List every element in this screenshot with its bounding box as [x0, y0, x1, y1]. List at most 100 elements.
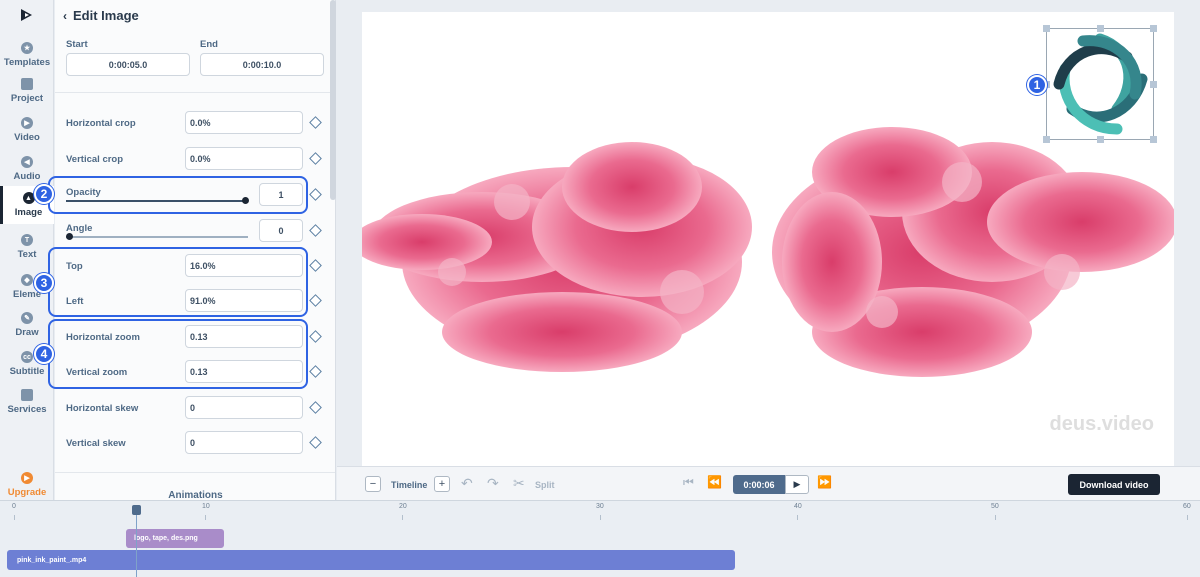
image-clip[interactable]: logo, tape, des.png — [126, 529, 224, 548]
back-chevron-icon[interactable]: ‹ — [63, 9, 67, 23]
tick-label: 60 — [1183, 503, 1191, 510]
pen-icon: ✎ — [21, 312, 33, 324]
divider — [55, 92, 335, 93]
horizontal-crop-input[interactable]: 0.0% — [185, 111, 303, 134]
zoom-in-button[interactable]: + — [434, 476, 450, 492]
play-icon: ▶ — [21, 117, 33, 129]
keyframe-diamond-icon[interactable] — [309, 330, 322, 343]
tick-mark — [14, 515, 15, 520]
keyframe-diamond-icon[interactable] — [309, 152, 322, 165]
subtitle-icon: cc — [21, 351, 33, 363]
angle-slider[interactable] — [66, 236, 248, 238]
resize-handle[interactable] — [1043, 25, 1050, 32]
image-clip-label: logo, tape, des.png — [134, 535, 198, 542]
keyframe-diamond-icon[interactable] — [309, 224, 322, 237]
watermark-text: deus.video — [1049, 413, 1154, 435]
annotation-badge-1: 1 — [1027, 75, 1047, 95]
left-navigation: ★ Templates Project ▶ Video ◀ Audio ▲ Image … — [0, 0, 54, 500]
keyframe-diamond-icon[interactable] — [309, 116, 322, 129]
playback-toolbar: − Timeline + ↶ ↷ ✂ Split ⏮ ⏪ 0:00:06 ▶ ⏩… — [337, 466, 1200, 500]
highlight-position — [48, 247, 308, 317]
tick-label: 0 — [12, 503, 16, 510]
nav-templates[interactable]: ★ Templates — [0, 36, 54, 74]
end-label: End — [200, 39, 218, 50]
split-label[interactable]: Split — [535, 480, 555, 490]
keyframe-diamond-icon[interactable] — [309, 365, 322, 378]
annotation-badge-3: 3 — [34, 273, 54, 293]
video-clip-label: pink_ink_paint_.mp4 — [17, 556, 87, 564]
vertical-crop-input[interactable]: 0.0% — [185, 147, 303, 170]
vertical-crop-label: Vertical crop — [66, 154, 124, 165]
horizontal-skew-label: Horizontal skew — [66, 403, 139, 414]
highlight-opacity — [48, 176, 308, 214]
resize-handle[interactable] — [1150, 136, 1157, 143]
horizontal-skew-input[interactable]: 0 — [185, 396, 303, 419]
grid-icon — [21, 389, 33, 401]
nav-draw[interactable]: ✎ Draw — [0, 306, 54, 344]
play-icon: ▶ — [793, 479, 801, 489]
zoom-out-button[interactable]: − — [365, 476, 381, 492]
tick-label: 50 — [991, 503, 999, 510]
logo-selection-box[interactable] — [1043, 25, 1157, 143]
keyframe-diamond-icon[interactable] — [309, 436, 322, 449]
tick-mark — [600, 515, 601, 520]
text-icon: T — [21, 234, 33, 246]
audio-icon: ◀ — [21, 156, 33, 168]
keyframe-diamond-icon[interactable] — [309, 294, 322, 307]
tick-mark — [205, 515, 206, 520]
grid-icon — [21, 78, 33, 90]
scissors-icon[interactable]: ✂ — [513, 475, 525, 492]
nav-text[interactable]: T Text — [0, 228, 54, 266]
keyframe-diamond-icon[interactable] — [309, 401, 322, 414]
start-label: Start — [66, 39, 88, 50]
upgrade-icon: ▶ — [21, 472, 33, 484]
tick-label: 20 — [399, 503, 407, 510]
tick-mark — [1187, 515, 1188, 520]
video-clip[interactable]: pink_ink_paint_.mp4 — [7, 550, 735, 570]
nav-audio[interactable]: ◀ Audio — [0, 150, 54, 188]
highlight-zoom — [48, 319, 308, 389]
video-preview[interactable]: deus.video — [362, 12, 1174, 466]
star-icon: ★ — [21, 42, 33, 54]
panel-title: Edit Image — [73, 8, 139, 23]
nav-project[interactable]: Project — [0, 72, 54, 110]
animations-section-header[interactable]: Animations — [55, 490, 335, 500]
tick-label: 30 — [596, 503, 604, 510]
resize-handle[interactable] — [1097, 136, 1104, 143]
angle-slider-handle[interactable] — [66, 233, 73, 240]
resize-handle[interactable] — [1150, 81, 1157, 88]
tick-label: 40 — [794, 503, 802, 510]
rewind-icon[interactable]: ⏪ — [707, 475, 722, 489]
nav-services[interactable]: Services — [0, 383, 54, 421]
end-time-input[interactable]: 0:00:10.0 — [200, 53, 324, 76]
annotation-badge-4: 4 — [34, 344, 54, 364]
nav-upgrade[interactable]: ▶ Upgrade — [0, 466, 54, 504]
play-button[interactable]: ▶ — [785, 475, 809, 494]
angle-input[interactable]: 0 — [259, 219, 303, 242]
redo-icon[interactable]: ↷ — [487, 475, 499, 492]
resize-handle[interactable] — [1150, 25, 1157, 32]
timeline-ruler[interactable]: 0 10 20 30 40 50 60 — [0, 501, 1200, 521]
playhead-line — [136, 505, 137, 577]
image-icon: ▲ — [22, 192, 35, 204]
panel-header: ‹ Edit Image — [63, 8, 139, 23]
current-time-display[interactable]: 0:00:06 — [733, 475, 785, 494]
undo-icon[interactable]: ↶ — [461, 475, 473, 492]
divider — [55, 472, 335, 473]
timeline-label: Timeline — [391, 480, 428, 490]
panel-scrollbar[interactable] — [330, 0, 336, 200]
fast-forward-icon[interactable]: ⏩ — [817, 475, 832, 489]
vertical-skew-label: Vertical skew — [66, 438, 126, 449]
download-video-button[interactable]: Download video — [1068, 474, 1160, 495]
keyframe-diamond-icon[interactable] — [309, 259, 322, 272]
skip-start-icon[interactable]: ⏮ — [683, 475, 694, 490]
app-logo[interactable] — [0, 0, 54, 30]
resize-handle[interactable] — [1097, 25, 1104, 32]
start-time-input[interactable]: 0:00:05.0 — [66, 53, 190, 76]
timeline[interactable]: 0 10 20 30 40 50 60 logo, tape, des.png … — [0, 500, 1200, 577]
nav-video[interactable]: ▶ Video — [0, 111, 54, 149]
playhead-handle[interactable] — [132, 505, 141, 515]
keyframe-diamond-icon[interactable] — [309, 188, 322, 201]
vertical-skew-input[interactable]: 0 — [185, 431, 303, 454]
resize-handle[interactable] — [1043, 136, 1050, 143]
